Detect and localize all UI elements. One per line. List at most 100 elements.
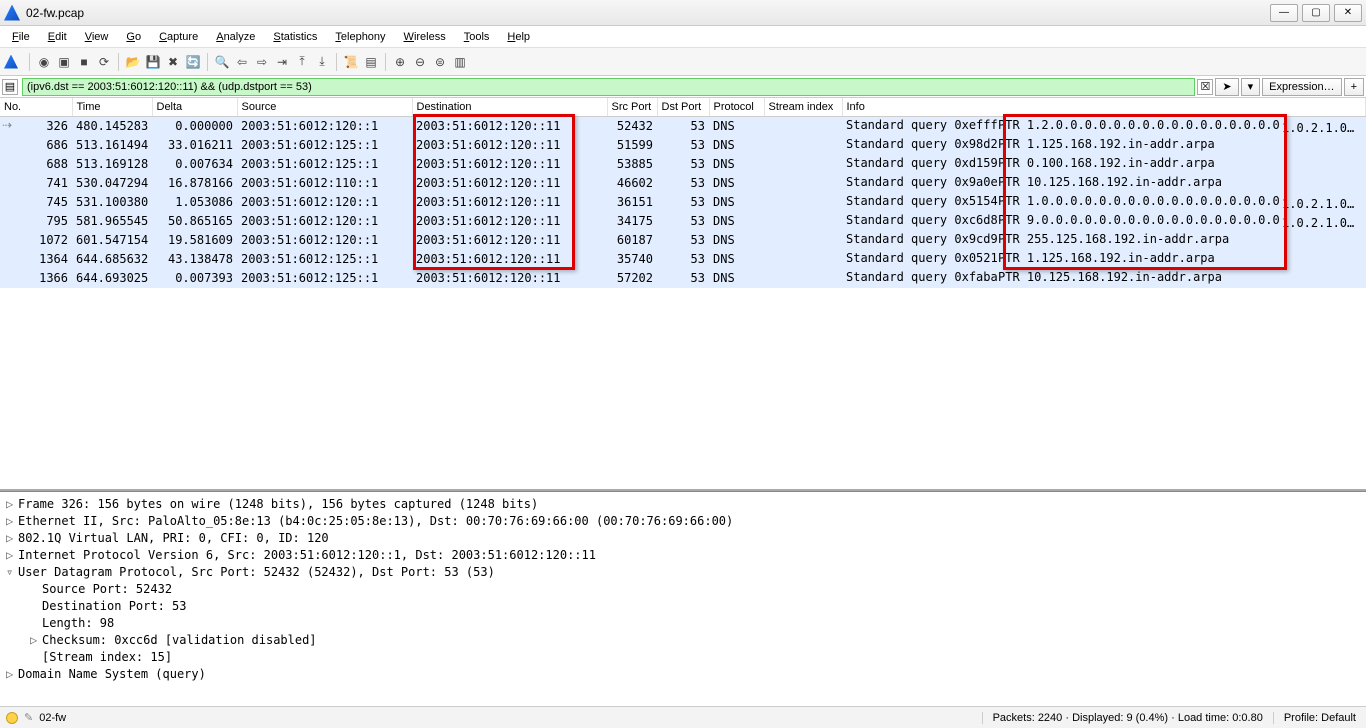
menu-go[interactable]: Go bbox=[118, 29, 149, 45]
expand-icon[interactable]: ▷ bbox=[6, 666, 18, 683]
column-header[interactable]: Info bbox=[842, 98, 1366, 116]
cell: 2003:51:6012:120::1 bbox=[237, 116, 412, 136]
packet-details-pane[interactable]: ▷Frame 326: 156 bytes on wire (1248 bits… bbox=[0, 491, 1366, 686]
proto-tree-row[interactable]: ▷802.1Q Virtual LAN, PRI: 0, CFI: 0, ID:… bbox=[6, 530, 1360, 547]
resize-columns-button[interactable]: ▥ bbox=[451, 53, 469, 71]
cell: 2003:51:6012:120::11 bbox=[412, 155, 607, 174]
menu-edit[interactable]: Edit bbox=[40, 29, 75, 45]
column-header[interactable]: Stream index bbox=[764, 98, 842, 116]
auto-scroll-button[interactable]: 📜 bbox=[342, 53, 360, 71]
menu-statistics[interactable]: Statistics bbox=[265, 29, 325, 45]
last-packet-button[interactable]: ⤓ bbox=[313, 53, 331, 71]
menu-help[interactable]: Help bbox=[499, 29, 538, 45]
packet-list-pane[interactable]: ⇢ No.TimeDeltaSourceDestinationSrc PortD… bbox=[0, 98, 1366, 491]
proto-tree-row[interactable]: Length: 98 bbox=[6, 615, 1360, 632]
close-button[interactable]: ✕ bbox=[1334, 4, 1362, 22]
proto-tree-row[interactable]: ▷Frame 326: 156 bytes on wire (1248 bits… bbox=[6, 496, 1360, 513]
first-packet-button[interactable]: ⤒ bbox=[293, 53, 311, 71]
cell: 644.693025 bbox=[72, 269, 152, 288]
column-header[interactable]: Time bbox=[72, 98, 152, 116]
apply-filter-button[interactable]: ➤ bbox=[1215, 78, 1238, 96]
proto-tree-row[interactable]: Destination Port: 53 bbox=[6, 598, 1360, 615]
display-filter-input[interactable]: (ipv6.dst == 2003:51:6012:120::11) && (u… bbox=[22, 78, 1195, 96]
maximize-button[interactable]: ▢ bbox=[1302, 4, 1330, 22]
table-row[interactable]: 688513.1691280.0076342003:51:6012:125::1… bbox=[0, 155, 1366, 174]
column-header[interactable]: No. bbox=[0, 98, 72, 116]
minimize-button[interactable]: — bbox=[1270, 4, 1298, 22]
table-row[interactable]: 741530.04729416.8781662003:51:6012:110::… bbox=[0, 174, 1366, 193]
column-header[interactable]: Dst Port bbox=[657, 98, 709, 116]
find-button[interactable]: 🔍 bbox=[213, 53, 231, 71]
cell: 0.007393 bbox=[152, 269, 237, 288]
collapse-icon[interactable]: ▿ bbox=[6, 564, 18, 581]
reload-button[interactable]: 🔄 bbox=[184, 53, 202, 71]
edit-capture-comment-icon[interactable]: ✎ bbox=[24, 711, 33, 724]
statusbar: ✎ 02-fw Packets: 2240 · Displayed: 9 (0.… bbox=[0, 706, 1366, 728]
proto-tree-row[interactable]: ▷Ethernet II, Src: PaloAlto_05:8e:13 (b4… bbox=[6, 513, 1360, 530]
column-header[interactable]: Src Port bbox=[607, 98, 657, 116]
bookmark-filter-button[interactable]: ▤ bbox=[2, 79, 18, 95]
close-file-button[interactable]: ✖ bbox=[164, 53, 182, 71]
expand-icon[interactable]: ▷ bbox=[6, 496, 18, 513]
table-row[interactable]: 326480.1452830.0000002003:51:6012:120::1… bbox=[0, 116, 1366, 136]
expand-icon[interactable]: ▷ bbox=[6, 513, 18, 530]
go-forward-button[interactable]: ⇨ bbox=[253, 53, 271, 71]
go-back-button[interactable]: ⇦ bbox=[233, 53, 251, 71]
menu-capture[interactable]: Capture bbox=[151, 29, 206, 45]
menu-file[interactable]: File bbox=[4, 29, 38, 45]
table-row[interactable]: 1364644.68563243.1384782003:51:6012:125:… bbox=[0, 250, 1366, 269]
cell: 53 bbox=[657, 174, 709, 193]
cell: 2003:51:6012:120::11 bbox=[412, 212, 607, 231]
table-row[interactable]: 1366644.6930250.0073932003:51:6012:125::… bbox=[0, 269, 1366, 288]
expand-icon[interactable]: ▷ bbox=[30, 632, 42, 649]
column-header[interactable]: Source bbox=[237, 98, 412, 116]
menu-telephony[interactable]: Telephony bbox=[327, 29, 393, 45]
stop-capture-button[interactable]: ■ bbox=[75, 53, 93, 71]
proto-tree-row[interactable]: ▷Domain Name System (query) bbox=[6, 666, 1360, 683]
column-header[interactable]: Destination bbox=[412, 98, 607, 116]
start-capture-button[interactable]: ▣ bbox=[55, 53, 73, 71]
proto-tree-row[interactable]: [Stream index: 15] bbox=[6, 649, 1360, 666]
table-row[interactable]: 745531.1003801.0530862003:51:6012:120::1… bbox=[0, 193, 1366, 212]
expert-info-indicator[interactable] bbox=[6, 712, 18, 724]
menu-tools[interactable]: Tools bbox=[456, 29, 498, 45]
clear-filter-button[interactable]: ☒ bbox=[1197, 79, 1213, 95]
cell: 53 bbox=[657, 193, 709, 212]
proto-tree-row[interactable]: ▷Internet Protocol Version 6, Src: 2003:… bbox=[6, 547, 1360, 564]
column-header[interactable]: Protocol bbox=[709, 98, 764, 116]
proto-tree-row[interactable]: ▿User Datagram Protocol, Src Port: 52432… bbox=[6, 564, 1360, 581]
go-to-packet-button[interactable]: ⇥ bbox=[273, 53, 291, 71]
cell: 795 bbox=[0, 212, 72, 231]
zoom-out-button[interactable]: ⊖ bbox=[411, 53, 429, 71]
menu-view[interactable]: View bbox=[77, 29, 117, 45]
cell bbox=[764, 231, 842, 250]
cell: 2003:51:6012:125::1 bbox=[237, 136, 412, 155]
zoom-in-button[interactable]: ⊕ bbox=[391, 53, 409, 71]
status-profile[interactable]: Profile: Default bbox=[1273, 712, 1366, 724]
cell: 35740 bbox=[607, 250, 657, 269]
cell: 2003:51:6012:120::11 bbox=[412, 136, 607, 155]
zoom-reset-button[interactable]: ⊜ bbox=[431, 53, 449, 71]
colorize-button[interactable]: ▤ bbox=[362, 53, 380, 71]
recent-filter-dropdown[interactable]: ▾ bbox=[1241, 78, 1261, 96]
cell: Standard query 0x98d2PTR 1.125.168.192.i… bbox=[842, 136, 1366, 155]
expand-icon[interactable]: ▷ bbox=[6, 547, 18, 564]
expression-button[interactable]: Expression… bbox=[1262, 78, 1341, 96]
table-row[interactable]: 686513.16149433.0162112003:51:6012:125::… bbox=[0, 136, 1366, 155]
menu-wireless[interactable]: Wireless bbox=[396, 29, 454, 45]
add-filter-button[interactable]: + bbox=[1344, 78, 1364, 96]
expand-icon[interactable]: ▷ bbox=[6, 530, 18, 547]
menu-analyze[interactable]: Analyze bbox=[208, 29, 263, 45]
cell: 2003:51:6012:120::11 bbox=[412, 231, 607, 250]
table-row[interactable]: 795581.96554550.8651652003:51:6012:120::… bbox=[0, 212, 1366, 231]
restart-capture-button[interactable]: ⟳ bbox=[95, 53, 113, 71]
table-row[interactable]: 1072601.54715419.5816092003:51:6012:120:… bbox=[0, 231, 1366, 250]
proto-tree-row[interactable]: Source Port: 52432 bbox=[6, 581, 1360, 598]
capture-options-button[interactable]: ◉ bbox=[35, 53, 53, 71]
save-file-button[interactable]: 💾 bbox=[144, 53, 162, 71]
open-file-button[interactable]: 📂 bbox=[124, 53, 142, 71]
cell: 2003:51:6012:110::1 bbox=[237, 174, 412, 193]
proto-tree-row[interactable]: ▷Checksum: 0xcc6d [validation disabled] bbox=[6, 632, 1360, 649]
cell: DNS bbox=[709, 136, 764, 155]
column-header[interactable]: Delta bbox=[152, 98, 237, 116]
